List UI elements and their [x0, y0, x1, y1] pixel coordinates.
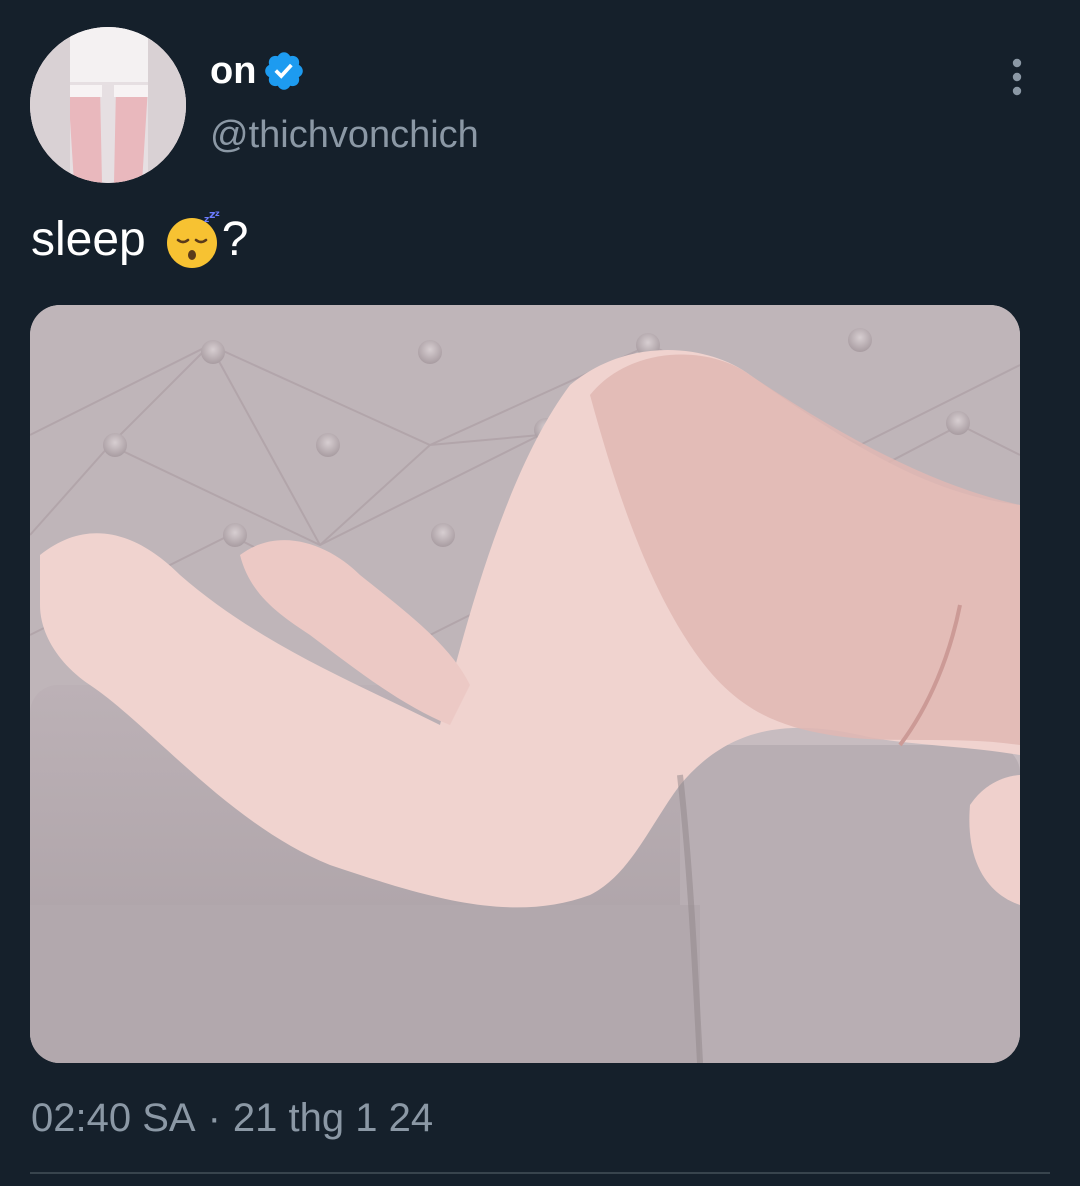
photo-media	[30, 305, 1020, 1063]
verified-badge-icon	[265, 52, 304, 90]
display-name[interactable]: on	[210, 48, 256, 94]
timestamp-date[interactable]: 21 thg 1 24	[233, 1092, 433, 1144]
sleeping-face-emoji-icon: z z z	[166, 210, 220, 268]
avatar-image	[30, 27, 186, 183]
divider	[30, 1172, 1050, 1174]
timestamp[interactable]: 02:40 SA · 21 thg 1 24	[31, 1092, 433, 1144]
tweet-text: sleep z z z ?	[31, 210, 248, 270]
author-handle[interactable]: @thichvonchich	[210, 112, 479, 158]
tweet-text-suffix: ?	[221, 213, 249, 266]
author-name-row[interactable]: on	[210, 48, 306, 94]
svg-text:z: z	[215, 210, 220, 218]
avatar[interactable]	[30, 27, 186, 183]
more-options-button[interactable]	[996, 54, 1038, 100]
timestamp-time[interactable]: 02:40 SA	[31, 1092, 196, 1144]
tweet-text-word: sleep	[31, 213, 146, 266]
more-vertical-icon	[1012, 58, 1022, 96]
tweet-media[interactable]	[30, 305, 1020, 1063]
tweet: on @thichvonchich sleep z z z ? 02:40 SA…	[0, 0, 1080, 1186]
timestamp-separator: ·	[207, 1096, 221, 1140]
